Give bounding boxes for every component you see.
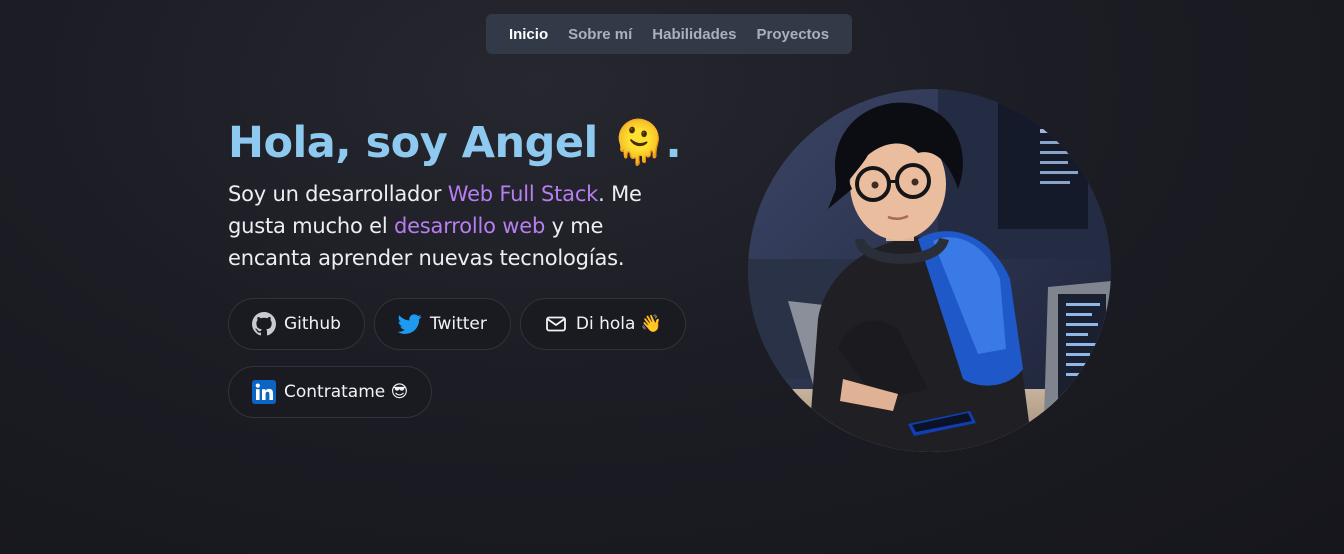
email-button[interactable]: Di hola 👋 xyxy=(519,298,686,350)
twitter-label: Twitter xyxy=(429,314,487,334)
bio-highlight-webdev: desarrollo web xyxy=(393,213,546,238)
greeting-text: Hola, soy Angel xyxy=(228,118,598,168)
nav-item-inicio[interactable]: Inicio xyxy=(509,26,548,43)
bio-highlight-fullstack: Web Full Stack xyxy=(447,181,599,206)
bio-paragraph: Soy un desarrollador Web Full Stack. Me … xyxy=(228,178,688,274)
linkedin-button[interactable]: Contratame 😎 xyxy=(228,366,433,418)
melting-face-emoji: 🫠 xyxy=(612,118,666,168)
nav-item-proyectos[interactable]: Proyectos xyxy=(757,26,830,43)
bio-text-1: Soy un desarrollador xyxy=(228,181,448,206)
nav-item-habilidades[interactable]: Habilidades xyxy=(652,26,736,43)
github-button[interactable]: Github xyxy=(228,298,365,350)
hero-section: Hola, soy Angel 🫠. Soy un desarrollador … xyxy=(228,118,698,274)
email-label: Di hola 👋 xyxy=(575,314,662,334)
profile-avatar xyxy=(748,89,1111,452)
github-icon xyxy=(252,312,276,336)
github-label: Github xyxy=(284,314,341,334)
greeting-period: . xyxy=(665,118,682,168)
linkedin-label: Contratame 😎 xyxy=(284,382,409,402)
nav-item-sobre-mi[interactable]: Sobre mí xyxy=(568,26,632,43)
greeting-heading: Hola, soy Angel 🫠. xyxy=(228,118,698,170)
social-buttons: Github Twitter Di hola 👋 Contratame 😎 xyxy=(228,298,698,418)
avatar-illustration xyxy=(748,89,1111,452)
mail-icon xyxy=(544,312,568,336)
twitter-button[interactable]: Twitter xyxy=(373,298,511,350)
main-nav: Inicio Sobre mí Habilidades Proyectos xyxy=(486,14,852,54)
twitter-icon xyxy=(397,312,422,336)
linkedin-icon xyxy=(252,380,276,404)
